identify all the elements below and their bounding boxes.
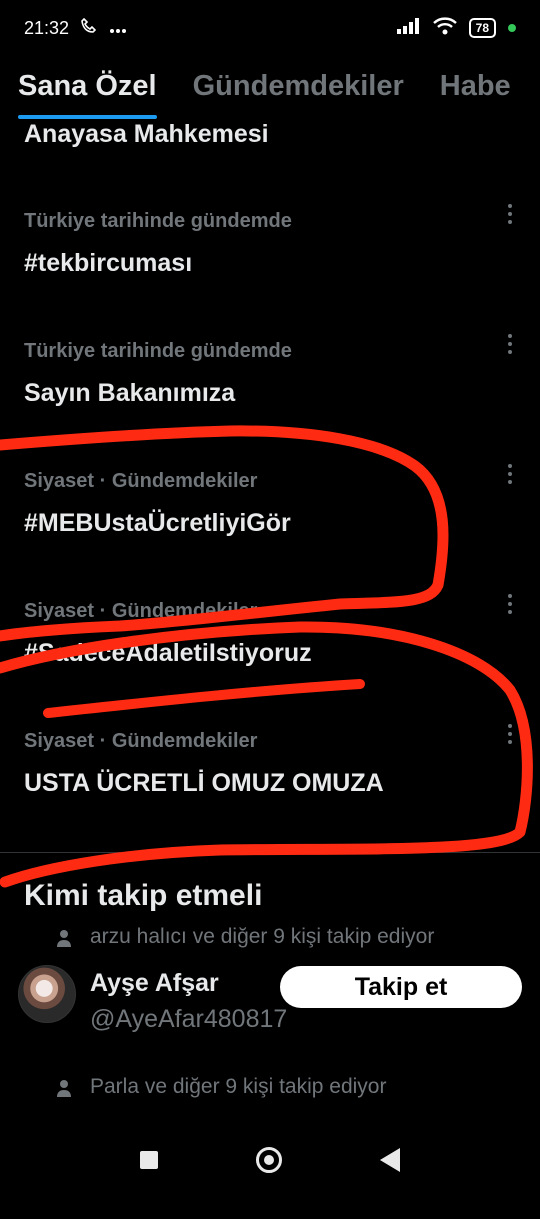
more-options-icon[interactable] xyxy=(504,724,516,744)
more-options-icon[interactable] xyxy=(504,594,516,614)
status-bar: 21:32 78 xyxy=(0,0,540,56)
tab-bar: Sana Özel Gündemdekiler Habe xyxy=(0,56,540,119)
more-icon xyxy=(109,18,127,39)
trend-meta: Türkiye tarihinde gündemde xyxy=(24,210,292,232)
home-icon[interactable] xyxy=(256,1147,282,1173)
social-context-text: arzu halıcı ve diğer 9 kişi takip ediyor xyxy=(90,925,435,948)
account-name[interactable]: Ayşe Afşar xyxy=(90,969,219,998)
trend-item[interactable]: Siyaset · Gündemdekiler #SadeceAdaletiIs… xyxy=(0,576,540,706)
more-options-icon[interactable] xyxy=(504,464,516,484)
tab-trending[interactable]: Gündemdekiler xyxy=(193,70,404,103)
trend-meta: Siyaset · Gündemdekiler xyxy=(24,470,258,492)
tab-for-you[interactable]: Sana Özel xyxy=(18,70,157,119)
more-options-icon[interactable] xyxy=(504,334,516,354)
avatar[interactable] xyxy=(18,965,76,1023)
social-context-text: Parla ve diğer 9 kişi takip ediyor xyxy=(90,1075,387,1098)
wifi-icon xyxy=(432,16,457,40)
status-right: 78 xyxy=(396,16,516,40)
trend-meta: Türkiye tarihinde gündemde xyxy=(24,340,292,362)
system-nav-bar xyxy=(0,1120,540,1200)
social-context: Parla ve diğer 9 kişi takip ediyor xyxy=(57,1075,387,1099)
trend-item[interactable]: Türkiye tarihinde gündemde Sayın Bakanım… xyxy=(0,316,540,446)
trend-title: Anayasa Mahkemesi xyxy=(24,120,269,148)
who-to-follow-title: Kimi takip etmeli xyxy=(24,879,263,912)
person-icon xyxy=(57,930,71,947)
trend-title: #MEBUstaÜcretliyiGör xyxy=(24,509,291,537)
trend-meta: Siyaset · Gündemdekiler xyxy=(24,600,258,622)
trend-item[interactable]: Siyaset · Gündemdekiler #MEBUstaÜcretliy… xyxy=(0,446,540,576)
more-options-icon[interactable] xyxy=(504,204,516,224)
person-icon xyxy=(57,1080,71,1097)
signal-icon xyxy=(396,17,421,39)
trend-title: #tekbircuması xyxy=(24,249,193,277)
phone-icon xyxy=(81,17,97,39)
trends-list: Anayasa Mahkemesi Türkiye tarihinde günd… xyxy=(0,116,540,1219)
trend-item-partial[interactable]: Anayasa Mahkemesi xyxy=(0,116,540,186)
status-left: 21:32 xyxy=(24,17,127,39)
clock: 21:32 xyxy=(24,17,70,38)
social-context: arzu halıcı ve diğer 9 kişi takip ediyor xyxy=(57,925,435,949)
follow-suggestion[interactable]: arzu halıcı ve diğer 9 kişi takip ediyor… xyxy=(0,919,540,1069)
trend-title: USTA ÜCRETLİ OMUZ OMUZA xyxy=(24,769,384,797)
follow-button[interactable]: Takip et xyxy=(280,966,522,1008)
trend-item[interactable]: Türkiye tarihinde gündemde #tekbircuması xyxy=(0,186,540,316)
tab-news[interactable]: Habe xyxy=(440,70,511,103)
trend-item[interactable]: Siyaset · Gündemdekiler USTA ÜCRETLİ OMU… xyxy=(0,706,540,836)
recent-apps-icon[interactable] xyxy=(140,1151,158,1169)
battery-icon: 78 xyxy=(468,18,496,38)
trend-title: #SadeceAdaletiIstiyoruz xyxy=(24,639,312,667)
trend-title: Sayın Bakanımıza xyxy=(24,379,236,407)
active-dot-icon xyxy=(508,24,516,32)
account-handle: @AyeAfar480817 xyxy=(90,1005,288,1033)
trend-meta: Siyaset · Gündemdekiler xyxy=(24,730,258,752)
back-icon[interactable] xyxy=(380,1148,400,1172)
